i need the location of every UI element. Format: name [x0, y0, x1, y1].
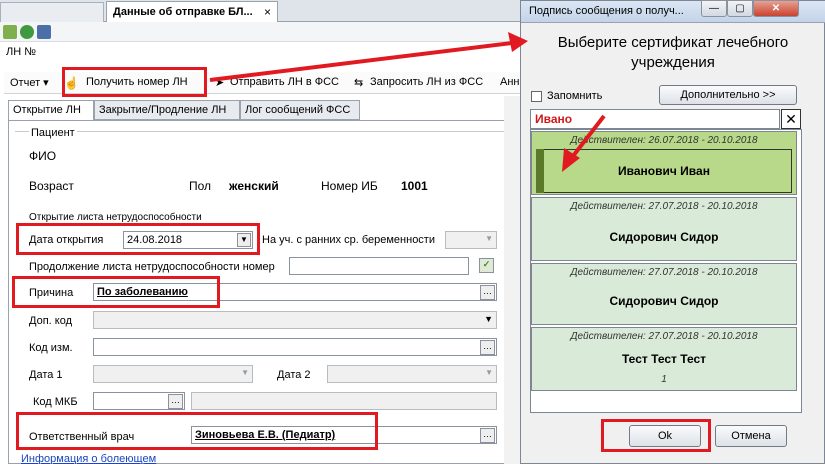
annotation-arrows — [209, 32, 606, 172]
arrow-head — [508, 32, 528, 52]
arrow-line — [209, 40, 521, 82]
arrow-line — [568, 114, 606, 162]
